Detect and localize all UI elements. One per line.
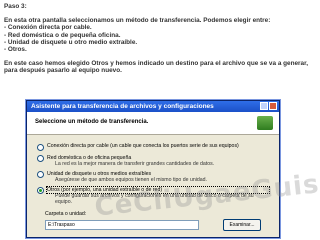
option-home-network[interactable]: Red doméstica o de oficina pequeña La re… (37, 155, 269, 167)
slide: Paso 3: En esta otra pantalla selecciona… (0, 0, 320, 240)
window-controls (260, 102, 277, 110)
browse-button[interactable]: Examinar... (223, 218, 261, 231)
close-icon[interactable] (269, 102, 277, 110)
intro-text: En esta otra pantalla seleccionamos un m… (4, 17, 271, 25)
option-description: La red es la mejor manera de transferir … (55, 160, 215, 167)
transfer-wizard-dialog: Asistente para transferencia de archivos… (26, 100, 280, 238)
dialog-titlebar: Asistente para transferencia de archivos… (27, 101, 279, 112)
radio-button[interactable] (37, 171, 44, 178)
step-heading: Paso 3: (4, 3, 27, 10)
destination-input[interactable]: E:\Traspaso (45, 219, 199, 230)
option-label: Conexión directa por cable (un cable que… (47, 143, 239, 149)
minimize-icon[interactable] (260, 102, 268, 110)
instructions-text: Paso 3: En esta otra pantalla selecciona… (4, 3, 316, 75)
option-description: Asegúrese de que ambos equipos tienen el… (55, 176, 207, 183)
option-line: - Red doméstica o de pequeña oficina. (4, 31, 121, 39)
dialog-header: Seleccione un método de transferencia. (27, 112, 279, 135)
option-line: - Otros. (4, 46, 27, 54)
option-direct-cable[interactable]: Conexión directa por cable (un cable que… (37, 143, 269, 151)
option-line: - Conexión directa por cable. (4, 24, 92, 32)
dialog-header-title: Seleccione un método de transferencia. (35, 119, 149, 125)
radio-button[interactable] (37, 155, 44, 162)
dialog-title: Asistente para transferencia de archivos… (31, 103, 214, 110)
explanation-text: En este caso hemos elegido Otros y hemos… (4, 60, 309, 75)
wizard-icon (257, 116, 273, 130)
destination-row: E:\Traspaso Examinar... (45, 218, 269, 231)
option-line: - Unidad de disquete u otro medio extraí… (4, 38, 138, 46)
radio-button[interactable] (37, 143, 44, 151)
radio-button-selected[interactable] (37, 187, 44, 194)
